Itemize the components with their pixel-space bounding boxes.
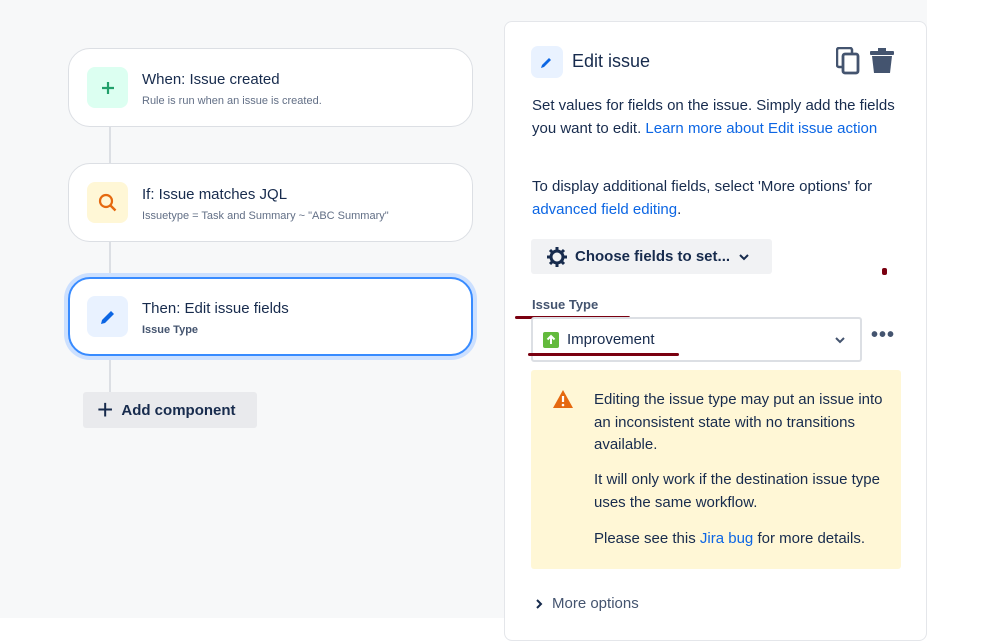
issue-type-value: Improvement <box>567 331 655 348</box>
edit-issue-panel: Edit issue Set values for fields on the … <box>504 21 927 641</box>
description: Set values for fields on the issue. Simp… <box>532 95 902 140</box>
more-options-toggle[interactable]: More options <box>535 595 639 612</box>
advanced-hint: To display additional fields, select 'Mo… <box>532 176 902 221</box>
warning-text-3: Please see this Jira bug for more detail… <box>594 528 884 551</box>
card-title: If: Issue matches JQL <box>142 186 288 203</box>
chevron-right-icon <box>536 598 543 609</box>
warning-text: for more details. <box>757 530 865 547</box>
card-subtitle: Rule is run when an issue is created. <box>142 95 322 107</box>
hint-end: . <box>677 200 682 218</box>
connector <box>109 357 111 393</box>
condition-card[interactable]: If: Issue matches JQL Issuetype = Task a… <box>68 163 473 242</box>
chevron-down-icon <box>835 336 845 343</box>
hint-text: To display additional fields, select 'Mo… <box>532 178 873 195</box>
learn-more-link[interactable]: Learn more about Edit issue action <box>645 120 877 137</box>
panel-title: Edit issue <box>572 51 651 71</box>
warning-icon <box>553 390 573 408</box>
add-component-button[interactable]: + Add component <box>83 392 257 428</box>
pencil-icon <box>87 296 128 337</box>
warning-text-2: It will only work if the destination iss… <box>594 471 880 511</box>
search-icon <box>87 182 128 223</box>
warning-message: Editing the issue type may put an issue … <box>531 370 901 569</box>
card-subtitle: Issue Type <box>142 324 199 336</box>
more-options-label: More options <box>552 595 639 612</box>
jira-bug-link[interactable]: Jira bug <box>700 530 753 547</box>
gear-icon <box>547 246 567 267</box>
improvement-icon <box>543 331 559 348</box>
trash-icon[interactable] <box>869 48 895 79</box>
plus-icon: + <box>97 394 114 425</box>
choose-fields-label: Choose fields to set... <box>575 248 731 265</box>
connector <box>109 126 111 164</box>
add-component-label: Add component <box>121 401 236 419</box>
card-title: When: Issue created <box>142 71 280 88</box>
card-title: Then: Edit issue fields <box>142 300 289 317</box>
more-actions-icon[interactable]: ••• <box>871 324 895 347</box>
card-subtitle: Issuetype = Task and Summary ~ "ABC Summ… <box>142 210 389 222</box>
pencil-icon <box>531 46 563 78</box>
action-card[interactable]: Then: Edit issue fields Issue Type <box>68 277 473 356</box>
issue-type-label: Issue Type <box>532 297 599 312</box>
connector <box>109 241 111 277</box>
warning-text: Please see this <box>594 530 696 547</box>
annotation-dot <box>882 268 887 275</box>
chevron-down-icon <box>739 253 749 260</box>
plus-icon <box>87 67 128 108</box>
copy-icon[interactable] <box>835 46 860 80</box>
trigger-card[interactable]: When: Issue created Rule is run when an … <box>68 48 473 127</box>
warning-text-1: Editing the issue type may put an issue … <box>594 391 883 453</box>
annotation-underline <box>528 353 679 356</box>
choose-fields-button[interactable]: Choose fields to set... <box>531 239 772 274</box>
advanced-field-editing-link[interactable]: advanced field editing <box>532 201 677 218</box>
